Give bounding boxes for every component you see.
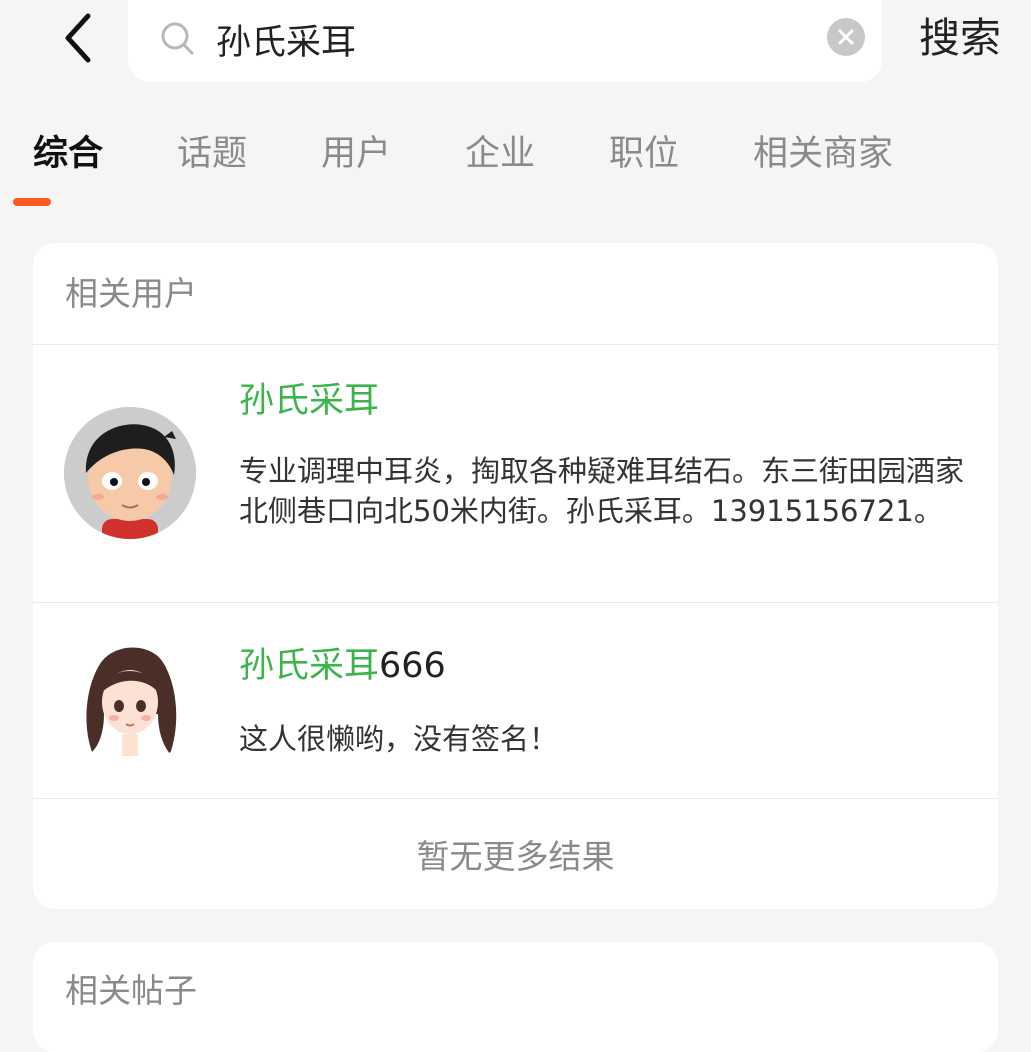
tab-merchants[interactable]: 相关商家	[753, 122, 893, 186]
search-input[interactable]	[216, 8, 796, 70]
back-button[interactable]	[50, 6, 106, 70]
user-name: 孙氏采耳	[239, 376, 379, 426]
related-users-card: 相关用户 孙氏采耳 专业调理中耳炎，掏取各种疑难耳结石。东三街田园酒家北侧巷口向…	[33, 243, 998, 909]
name-highlight: 孙氏采耳	[239, 646, 380, 686]
active-tab-indicator	[13, 198, 51, 206]
no-more-results-label: 暂无更多结果	[416, 837, 615, 876]
tab-users[interactable]: 用户	[321, 122, 391, 186]
user-result-item[interactable]: 孙氏采耳666 这人很懒哟，没有签名！	[33, 603, 998, 798]
chevron-left-icon	[65, 13, 91, 63]
tab-companies[interactable]: 企业	[465, 122, 535, 186]
related-posts-card: 相关帖子	[33, 942, 998, 1052]
result-tabs: 综合 话题 用户 企业 职位 相关商家	[0, 122, 1031, 212]
clear-search-button[interactable]	[827, 18, 865, 56]
search-button[interactable]: 搜索	[905, 5, 1015, 71]
user-bio: 这人很懒哟，没有签名！	[239, 722, 559, 756]
tab-jobs[interactable]: 职位	[609, 122, 679, 186]
tab-overall[interactable]: 综合	[33, 122, 103, 186]
user-bio: 专业调理中耳炎，掏取各种疑难耳结石。东三街田园酒家北侧巷口向北50米内街。孙氏采…	[239, 454, 965, 528]
cartoon-boy-avatar-icon	[64, 407, 196, 539]
cartoon-girl-avatar-icon	[64, 634, 196, 766]
name-highlight: 孙氏采耳	[239, 381, 380, 421]
name-suffix: 666	[379, 646, 446, 686]
search-box	[128, 0, 882, 82]
section-title: 相关用户	[65, 274, 197, 313]
search-icon	[161, 22, 194, 55]
tab-topics[interactable]: 话题	[177, 122, 247, 186]
divider	[33, 798, 998, 799]
section-title: 相关帖子	[65, 971, 197, 1010]
user-result-item[interactable]: 孙氏采耳 专业调理中耳炎，掏取各种疑难耳结石。东三街田园酒家北侧巷口向北50米内…	[33, 345, 998, 602]
user-name: 孙氏采耳666	[239, 641, 446, 691]
avatar	[64, 634, 196, 766]
avatar	[64, 407, 196, 539]
close-icon	[838, 29, 854, 45]
